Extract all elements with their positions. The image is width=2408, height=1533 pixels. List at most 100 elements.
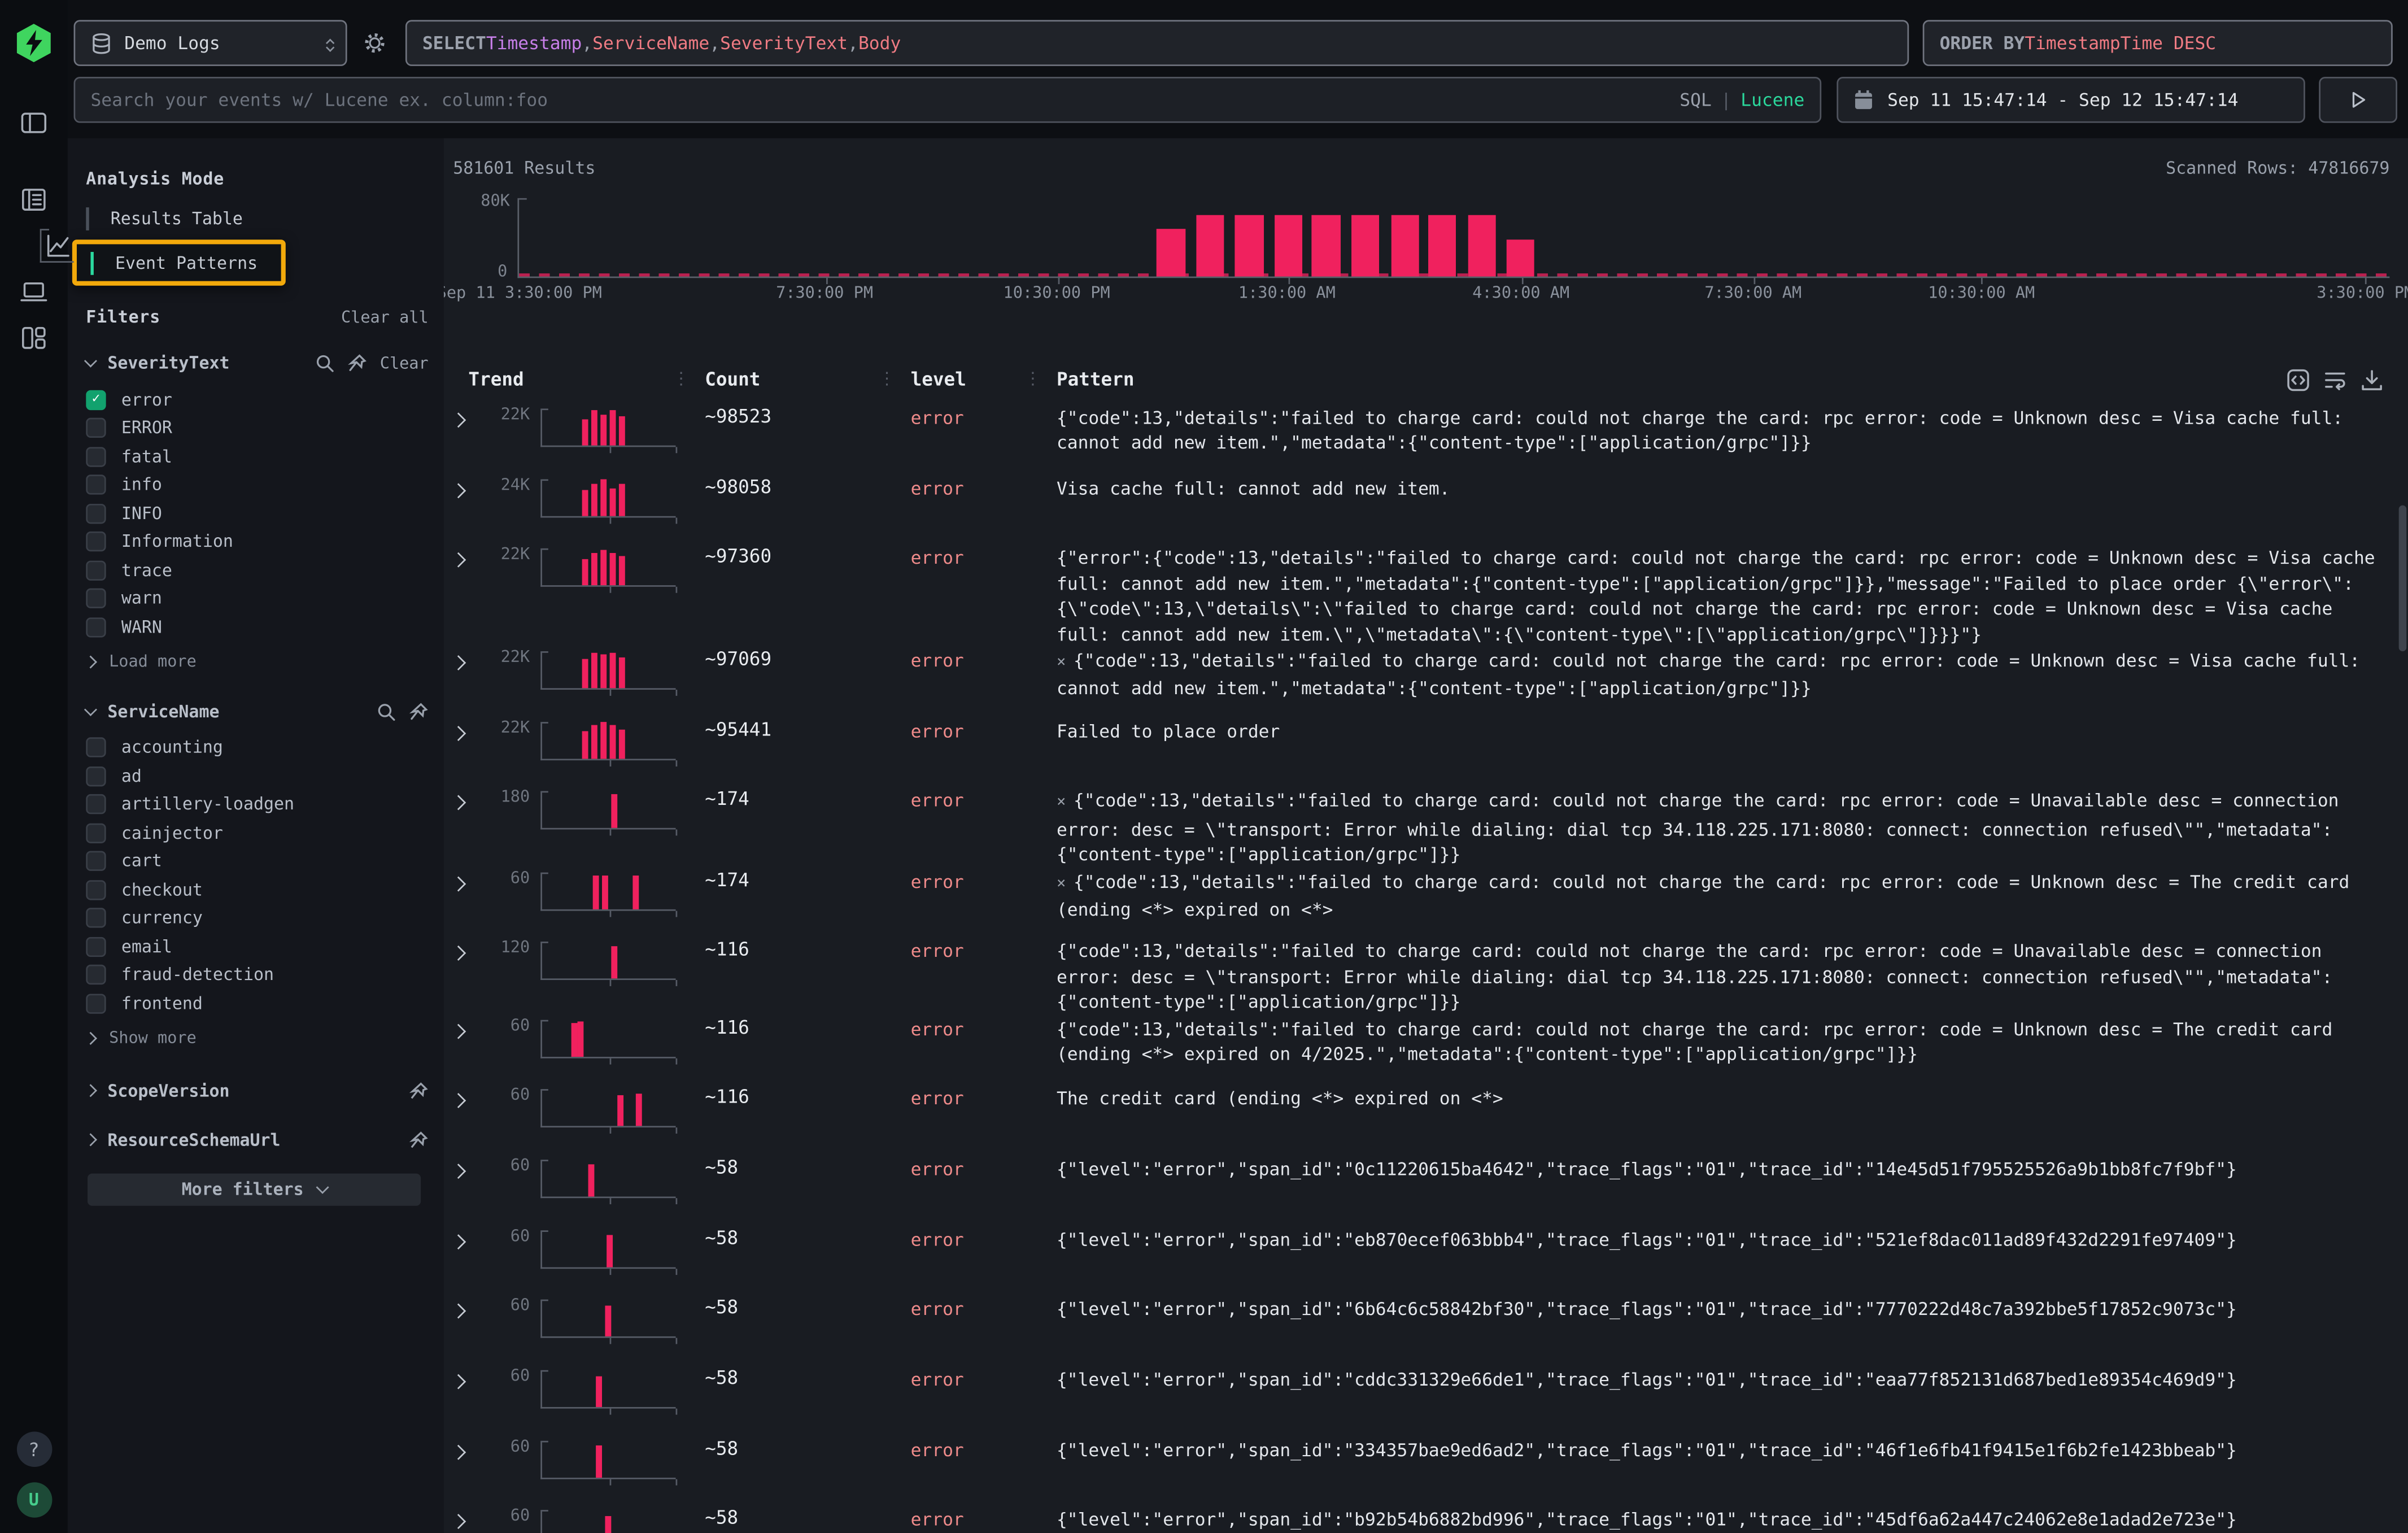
- filter-option[interactable]: cart: [86, 847, 428, 876]
- filter-option[interactable]: artillery-loadgen: [86, 790, 428, 818]
- pattern-cell[interactable]: {"level":"error","span_id":"eb870ecef063…: [1048, 1225, 2408, 1252]
- filter-option[interactable]: Information: [86, 528, 428, 556]
- filter-checkbox[interactable]: [86, 994, 106, 1013]
- mode-event-patterns[interactable]: Event Patterns: [90, 246, 274, 280]
- filter-checkbox[interactable]: [86, 908, 106, 928]
- filter-checkbox[interactable]: [86, 418, 106, 438]
- filter-checkbox[interactable]: ✓: [86, 390, 106, 410]
- filter-option[interactable]: ✓error: [86, 386, 428, 414]
- load-more-severity[interactable]: Load more: [86, 649, 428, 675]
- filter-option[interactable]: checkout: [86, 876, 428, 904]
- pin-icon[interactable]: [408, 1081, 428, 1100]
- filter-option[interactable]: trace: [86, 556, 428, 584]
- pattern-cell[interactable]: {"level":"error","span_id":"b92b54b6882b…: [1048, 1506, 2408, 1532]
- row-expand-chevron[interactable]: [453, 1365, 481, 1408]
- select-query-input[interactable]: SELECT Timestamp, ServiceName, SeverityT…: [405, 20, 1909, 66]
- row-expand-chevron[interactable]: [453, 647, 481, 690]
- chart-explorer-icon[interactable]: [40, 229, 74, 263]
- row-expand-chevron[interactable]: [453, 938, 481, 981]
- user-avatar[interactable]: U: [16, 1482, 52, 1518]
- pattern-cell[interactable]: {"code":13,"details":"failed to charge c…: [1048, 1014, 2408, 1066]
- filter-option[interactable]: warn: [86, 585, 428, 613]
- search-input[interactable]: [90, 89, 1680, 111]
- filter-checkbox[interactable]: [86, 795, 106, 815]
- filter-group-name[interactable]: ResourceSchemaUrl: [107, 1130, 396, 1149]
- row-expand-chevron[interactable]: [453, 1085, 481, 1127]
- filter-checkbox[interactable]: [86, 475, 106, 495]
- scrollbar-thumb[interactable]: [2399, 506, 2407, 651]
- pattern-cell[interactable]: {"level":"error","span_id":"0c11220615ba…: [1048, 1155, 2408, 1182]
- pin-icon[interactable]: [408, 701, 428, 721]
- time-range-picker[interactable]: Sep 11 15:47:14 - Sep 12 15:47:14: [1836, 77, 2305, 123]
- filter-option[interactable]: cainjector: [86, 818, 428, 847]
- show-more-services[interactable]: Show more: [86, 1025, 428, 1051]
- search-logs-icon[interactable]: [17, 183, 51, 217]
- filter-group-name[interactable]: ScopeVersion: [107, 1081, 396, 1100]
- filter-option[interactable]: ad: [86, 762, 428, 790]
- chevron-right-icon[interactable]: [84, 1084, 97, 1097]
- chevron-down-icon[interactable]: [84, 355, 97, 368]
- row-expand-chevron[interactable]: [453, 717, 481, 760]
- column-menu-icon[interactable]: ⋮: [673, 369, 696, 389]
- chevron-right-icon[interactable]: [84, 1133, 97, 1146]
- filter-checkbox[interactable]: [86, 617, 106, 637]
- row-expand-chevron[interactable]: [453, 545, 481, 587]
- pattern-cell[interactable]: The credit card (ending <*> expired on <…: [1048, 1085, 2408, 1111]
- filter-checkbox[interactable]: [86, 532, 106, 552]
- filter-option[interactable]: fatal: [86, 442, 428, 471]
- row-expand-chevron[interactable]: [453, 1436, 481, 1479]
- col-pattern[interactable]: Pattern: [1057, 369, 1135, 390]
- row-expand-chevron[interactable]: [453, 1225, 481, 1268]
- pattern-cell[interactable]: ×{"code":13,"details":"failed to charge …: [1048, 867, 2408, 922]
- code-block-icon[interactable]: [2287, 369, 2310, 392]
- column-menu-icon[interactable]: ⋮: [1024, 369, 1048, 389]
- pattern-cell[interactable]: {"code":13,"details":"failed to charge c…: [1048, 404, 2408, 456]
- row-expand-chevron[interactable]: [453, 1155, 481, 1198]
- pattern-cell[interactable]: {"level":"error","span_id":"cddc331329e6…: [1048, 1365, 2408, 1392]
- source-settings-gear-icon[interactable]: [363, 31, 387, 55]
- lucene-mode-toggle[interactable]: Lucene: [1740, 89, 1804, 111]
- wrap-text-icon[interactable]: [2323, 369, 2346, 392]
- clear-severity-link[interactable]: Clear: [380, 354, 429, 373]
- help-button[interactable]: ?: [16, 1431, 52, 1467]
- pattern-cell[interactable]: ×{"code":13,"details":"failed to charge …: [1048, 787, 2408, 867]
- col-level[interactable]: level: [911, 369, 966, 390]
- row-expand-chevron[interactable]: [453, 474, 481, 517]
- chevron-down-icon[interactable]: [84, 702, 97, 715]
- filter-option[interactable]: frontend: [86, 989, 428, 1017]
- pattern-cell[interactable]: Visa cache full: cannot add new item.: [1048, 474, 2408, 500]
- sidebar-toggle-icon[interactable]: [17, 106, 51, 140]
- col-trend[interactable]: Trend: [468, 369, 524, 390]
- search-icon[interactable]: [316, 353, 335, 373]
- pattern-cell[interactable]: ×{"code":13,"details":"failed to charge …: [1048, 647, 2408, 702]
- order-by-input[interactable]: ORDER BY TimestampTime DESC: [1923, 20, 2393, 66]
- filter-option[interactable]: currency: [86, 904, 428, 932]
- pin-icon[interactable]: [348, 353, 368, 373]
- filter-option[interactable]: WARN: [86, 613, 428, 641]
- filter-checkbox[interactable]: [86, 851, 106, 871]
- pin-icon[interactable]: [408, 1130, 428, 1149]
- sql-mode-toggle[interactable]: SQL: [1680, 89, 1712, 111]
- dashboards-icon[interactable]: [17, 321, 51, 355]
- row-expand-chevron[interactable]: [453, 1506, 481, 1533]
- col-count[interactable]: Count: [705, 369, 760, 390]
- row-expand-chevron[interactable]: [453, 404, 481, 447]
- filter-checkbox[interactable]: [86, 937, 106, 956]
- filter-checkbox[interactable]: [86, 560, 106, 580]
- pattern-cell[interactable]: {"error":{"code":13,"details":"failed to…: [1048, 545, 2408, 647]
- results-histogram[interactable]: 80K 0: [517, 198, 2389, 278]
- column-menu-icon[interactable]: ⋮: [878, 369, 901, 389]
- filter-checkbox[interactable]: [86, 589, 106, 608]
- filter-checkbox[interactable]: [86, 823, 106, 843]
- run-query-button[interactable]: [2319, 77, 2397, 123]
- filter-checkbox[interactable]: [86, 447, 106, 467]
- row-expand-chevron[interactable]: [453, 867, 481, 910]
- filter-option[interactable]: fraud-detection: [86, 961, 428, 989]
- clear-all-link[interactable]: Clear all: [341, 308, 429, 326]
- row-expand-chevron[interactable]: [453, 1014, 481, 1057]
- sessions-icon[interactable]: [17, 275, 51, 309]
- filter-checkbox[interactable]: [86, 738, 106, 757]
- filter-option[interactable]: INFO: [86, 499, 428, 528]
- row-expand-chevron[interactable]: [453, 787, 481, 830]
- row-expand-chevron[interactable]: [453, 1295, 481, 1338]
